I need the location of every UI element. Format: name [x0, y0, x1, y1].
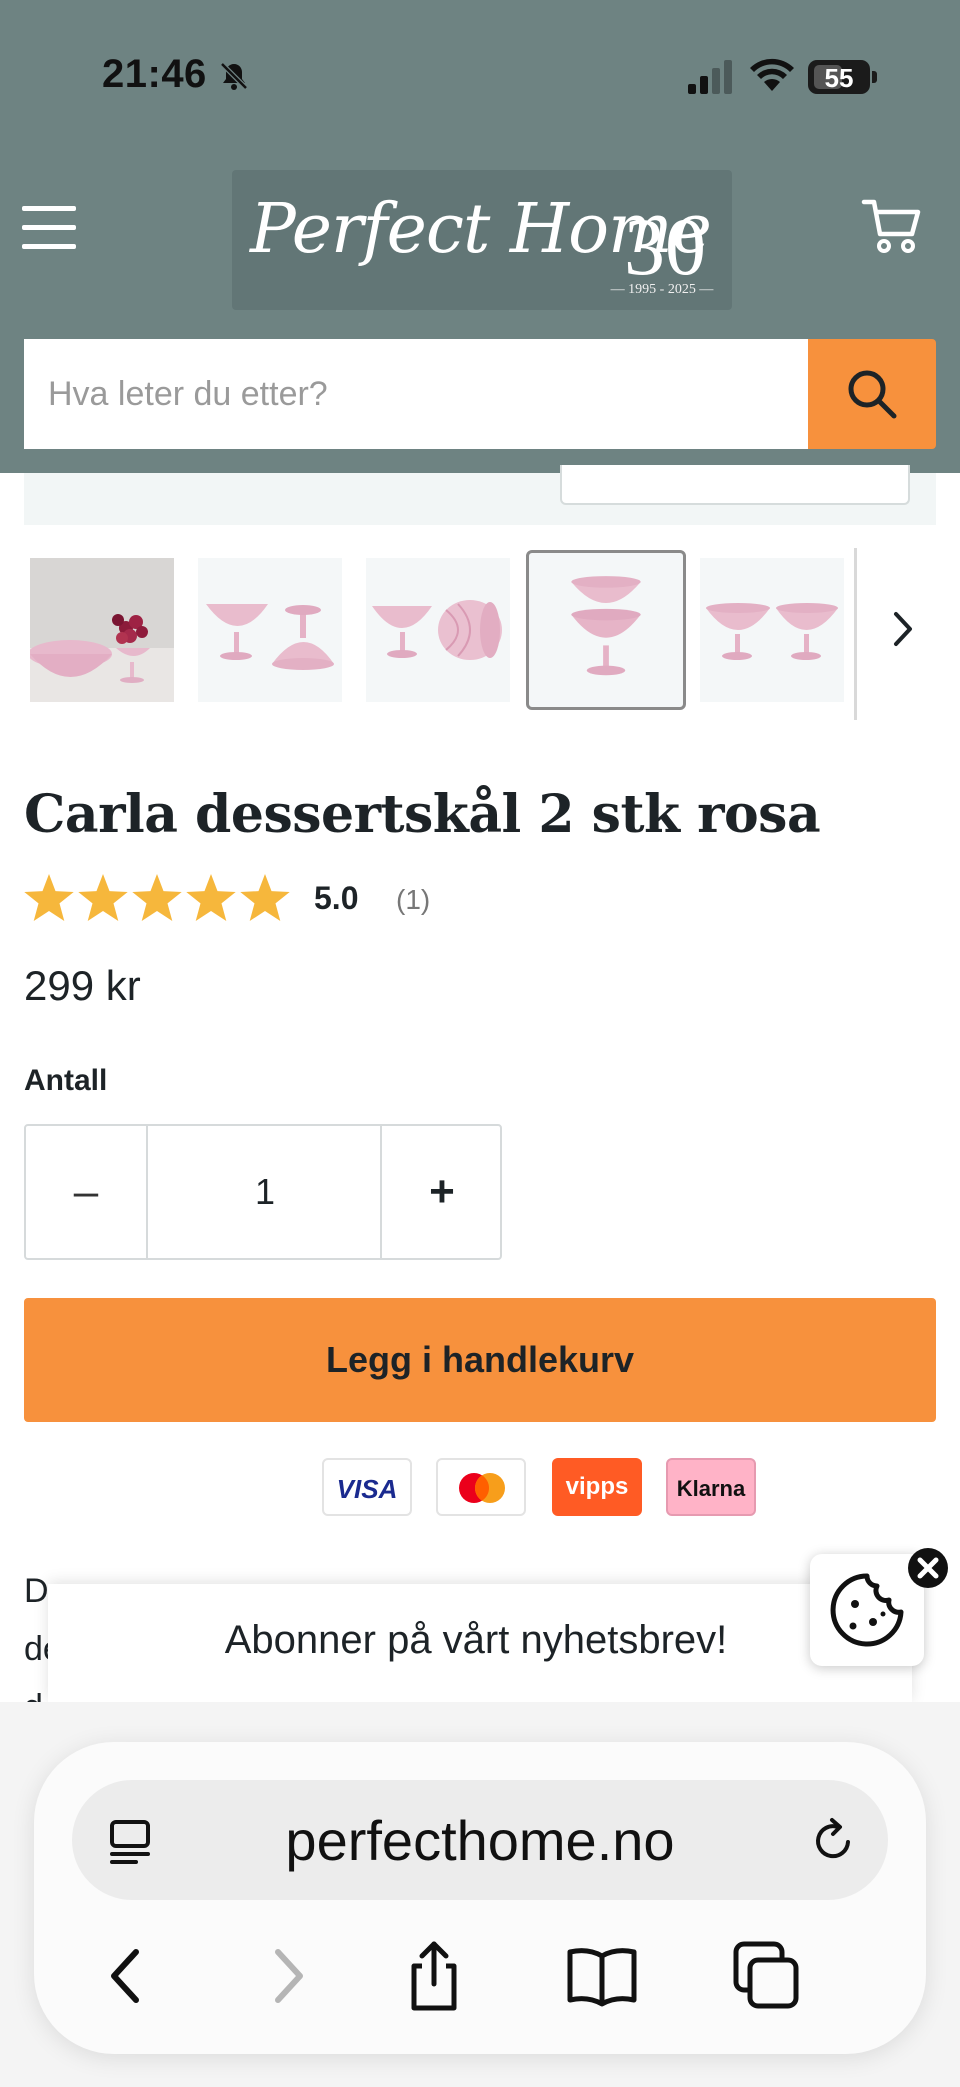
share-icon[interactable] — [396, 1938, 472, 2014]
star-icon — [186, 874, 236, 921]
quantity-increase-button[interactable]: + — [380, 1126, 502, 1258]
thumbnail-1[interactable] — [30, 558, 174, 702]
search-icon — [848, 370, 897, 419]
star-rating-icon[interactable] — [22, 872, 294, 926]
logo-years: — 1995 - 2025 — — [610, 282, 714, 297]
cart-icon[interactable] — [860, 194, 924, 258]
rating-count[interactable]: (1) — [396, 884, 430, 916]
product-title: Carla dessertskål 2 stk rosa — [24, 784, 821, 845]
quantity-decrease-button[interactable]: – — [26, 1126, 148, 1258]
thumbnail-image — [30, 558, 174, 702]
payment-methods: VISA vipps Klarna — [322, 1458, 758, 1516]
silent-bell-icon — [220, 62, 248, 90]
quantity-stepper: – + — [24, 1124, 502, 1260]
search-input[interactable] — [24, 339, 808, 449]
search-bar — [24, 339, 936, 449]
forward-arrow-icon[interactable] — [248, 1938, 324, 2014]
variant-strip — [24, 465, 936, 525]
visa-icon: VISA — [322, 1458, 412, 1516]
cellular-signal-icon — [688, 60, 732, 94]
quantity-label: Antall — [24, 1064, 108, 1097]
bookmarks-icon[interactable] — [564, 1938, 640, 2014]
thumbnail-5[interactable] — [700, 558, 844, 702]
variant-select[interactable] — [560, 465, 910, 505]
quantity-input[interactable] — [150, 1126, 380, 1258]
thumbnail-image — [372, 600, 502, 660]
tabs-icon[interactable] — [728, 1938, 804, 2014]
site-header: 21:46 55 Perfect Home 30 — 1995 - 2025 — — [0, 0, 960, 473]
back-arrow-icon[interactable] — [90, 1938, 166, 2014]
vipps-icon: vipps — [552, 1458, 642, 1516]
address-bar[interactable]: perfecthome.no — [72, 1780, 888, 1900]
mastercard-icon — [436, 1458, 526, 1516]
battery-icon: 55 — [808, 60, 878, 94]
star-icon — [240, 874, 290, 921]
browser-toolbar: perfecthome.no — [0, 1702, 960, 2087]
star-icon — [24, 874, 74, 921]
browser-card: perfecthome.no — [34, 1742, 926, 2054]
battery-percentage: 55 — [824, 63, 854, 93]
star-icon — [132, 874, 182, 921]
thumbnail-image — [206, 604, 334, 670]
cookie-icon — [830, 1573, 904, 1647]
add-to-cart-button[interactable]: Legg i handlekurv — [24, 1298, 936, 1422]
thumbnail-3[interactable] — [366, 558, 510, 702]
rating-value: 5.0 — [314, 880, 359, 916]
close-icon[interactable] — [908, 1548, 948, 1588]
logo-anniversary-number: 30 — [624, 201, 706, 292]
search-button[interactable] — [808, 339, 936, 449]
thumbnail-image — [706, 603, 838, 660]
chevron-right-icon[interactable] — [884, 604, 924, 654]
cookie-settings-button[interactable] — [810, 1554, 924, 1666]
status-time: 21:46 — [102, 52, 207, 96]
wifi-icon — [750, 58, 794, 91]
thumbnail-4[interactable] — [526, 550, 686, 710]
product-price: 299 kr — [24, 962, 141, 1009]
klarna-icon: Klarna — [666, 1458, 756, 1516]
gallery-divider — [854, 548, 857, 720]
site-logo[interactable]: Perfect Home 30 — 1995 - 2025 — — [232, 170, 732, 310]
url-text: perfecthome.no — [285, 1809, 675, 1872]
hamburger-menu-button[interactable] — [22, 206, 78, 250]
newsletter-banner[interactable]: Abonner på vårt nyhetsbrev! — [48, 1584, 912, 1702]
reload-icon[interactable] — [808, 1816, 858, 1866]
thumbnail-image — [571, 576, 641, 676]
newsletter-text: Abonner på vårt nyhetsbrev! — [224, 1618, 728, 1662]
thumbnail-2[interactable] — [198, 558, 342, 702]
star-icon — [78, 874, 128, 921]
product-thumbnail-gallery — [24, 548, 936, 720]
